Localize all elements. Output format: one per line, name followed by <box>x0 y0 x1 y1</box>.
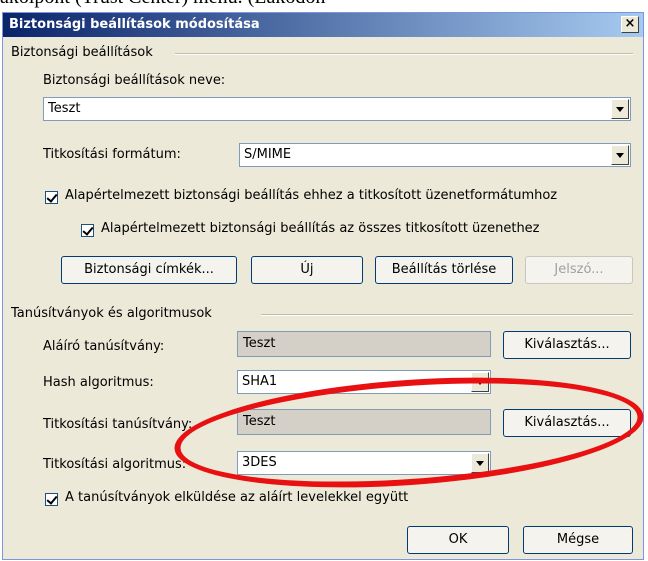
group-divider <box>175 53 633 55</box>
settings-name-combo[interactable]: Teszt <box>43 97 631 121</box>
send-certs-label: A tanúsítványok elküldése az aláírt leve… <box>65 490 409 505</box>
title-bar[interactable]: Biztonsági beállítások módosítása × <box>3 13 643 37</box>
chevron-down-icon[interactable] <box>471 372 489 392</box>
default-all-label: Alapértelmezett biztonsági beállítás az … <box>101 221 540 236</box>
close-icon: × <box>624 16 636 31</box>
settings-name-label: Biztonsági beállítások neve: <box>43 73 226 88</box>
hash-algorithm-label: Hash algoritmus: <box>43 375 154 390</box>
encryption-cert-field: Teszt <box>237 409 491 435</box>
group-security-settings-label: Biztonsági beállítások <box>11 45 153 60</box>
cancel-button[interactable]: Mégse <box>523 526 633 554</box>
encryption-format-label: Titkosítási formátum: <box>43 147 181 162</box>
default-format-checkbox[interactable] <box>45 191 58 204</box>
security-settings-dialog: Biztonsági beállítások módosítása × Bizt… <box>2 12 644 560</box>
choose-signing-cert-button[interactable]: Kiválasztás... <box>503 331 631 359</box>
background-document-text: akolpont (Trust Center) menu. (Lakodon <box>0 0 648 8</box>
encryption-algorithm-value: 3DES <box>242 455 277 470</box>
group-divider <box>261 314 633 316</box>
new-button[interactable]: Új <box>251 256 363 284</box>
hash-algorithm-value: SHA1 <box>242 374 278 389</box>
signing-cert-label: Aláíró tanúsítvány: <box>43 339 165 354</box>
security-labels-button[interactable]: Biztonsági címkék... <box>61 256 237 284</box>
chevron-down-icon[interactable] <box>471 453 489 473</box>
choose-encryption-cert-button[interactable]: Kiválasztás... <box>503 409 631 437</box>
encryption-cert-value: Teszt <box>243 414 276 429</box>
delete-settings-button[interactable]: Beállítás törlése <box>375 256 513 284</box>
chevron-down-icon[interactable] <box>611 145 629 165</box>
signing-cert-value: Teszt <box>243 336 276 351</box>
password-button[interactable]: Jelszó... <box>525 256 633 284</box>
default-format-label: Alapértelmezett biztonsági beállítás ehh… <box>65 188 558 203</box>
encryption-format-value: S/MIME <box>244 147 292 162</box>
chevron-down-icon[interactable] <box>611 99 629 119</box>
encryption-cert-label: Titkosítási tanúsítvány: <box>43 417 193 432</box>
encryption-format-combo[interactable]: S/MIME <box>239 143 631 167</box>
send-certs-checkbox[interactable] <box>45 493 58 506</box>
settings-name-value: Teszt <box>48 101 81 116</box>
group-certificates-label: Tanúsítványok és algoritmusok <box>11 306 212 321</box>
default-all-checkbox[interactable] <box>81 224 94 237</box>
encryption-algorithm-label: Titkosítási algoritmus: <box>43 457 187 472</box>
signing-cert-field: Teszt <box>237 331 491 357</box>
encryption-algorithm-combo[interactable]: 3DES <box>237 451 491 475</box>
dialog-title: Biztonsági beállítások módosítása <box>9 17 260 32</box>
close-button[interactable]: × <box>621 16 639 33</box>
hash-algorithm-combo[interactable]: SHA1 <box>237 370 491 394</box>
ok-button[interactable]: OK <box>407 526 509 554</box>
